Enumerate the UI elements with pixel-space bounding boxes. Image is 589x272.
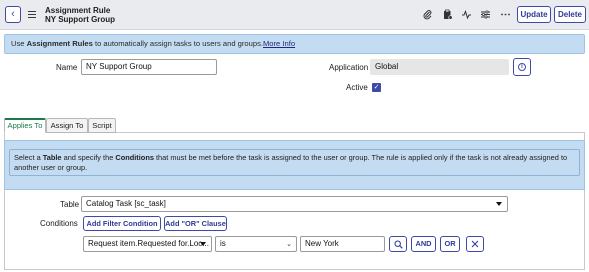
tab-assign-to[interactable]: Assign To: [46, 118, 88, 133]
add-filter-condition-button[interactable]: Add Filter Condition: [83, 216, 161, 231]
condition-field-select[interactable]: Request item.Requested for.Loc...: [83, 236, 212, 252]
table-label: Table: [60, 200, 80, 209]
name-field[interactable]: NY Support Group: [81, 59, 217, 75]
checkmark-icon: ✓: [373, 84, 380, 91]
form-header: ‹ Assignment Rule NY Support Group Updat…: [0, 0, 589, 30]
tab-script[interactable]: Script: [88, 118, 116, 133]
record-type-title: Assignment Rule: [45, 6, 111, 15]
activity-icon[interactable]: [461, 9, 472, 20]
active-label: Active: [346, 83, 368, 92]
more-icon[interactable]: [500, 9, 511, 20]
info-icon: i: [518, 63, 526, 71]
conditions-label: Conditions: [40, 219, 78, 228]
tab-info-message: Select a Table and specify the Condition…: [9, 149, 580, 176]
tab-applies-to[interactable]: Applies To: [4, 118, 46, 133]
close-icon: [471, 240, 479, 248]
info-banner: Use Assignment Rules to automatically as…: [4, 34, 585, 54]
paperclip-icon[interactable]: [422, 9, 433, 20]
condition-operator-select[interactable]: is ⌄: [215, 236, 297, 252]
clipboard-icon[interactable]: [442, 9, 453, 20]
chevron-down-icon: ⌄: [286, 241, 292, 248]
chevron-left-icon: ‹: [11, 8, 15, 20]
dropdown-arrow-icon: [200, 242, 206, 246]
search-icon: [394, 240, 403, 249]
back-button[interactable]: ‹: [5, 6, 21, 23]
remove-condition-button[interactable]: [466, 236, 484, 252]
or-button[interactable]: OR: [440, 236, 460, 252]
lookup-button[interactable]: [389, 236, 407, 252]
sliders-icon[interactable]: [480, 9, 491, 20]
application-field: Global: [370, 59, 509, 75]
and-button[interactable]: AND: [411, 236, 436, 252]
delete-button[interactable]: Delete: [554, 6, 586, 23]
add-or-clause-button[interactable]: Add "OR" Clause: [164, 216, 227, 231]
more-info-link[interactable]: More Info: [263, 39, 295, 48]
record-name-title: NY Support Group: [45, 15, 116, 24]
update-button[interactable]: Update: [517, 6, 551, 23]
name-label: Name: [56, 63, 78, 72]
dropdown-arrow-icon: [496, 202, 502, 206]
condition-value-input[interactable]: New York: [300, 236, 385, 252]
hamburger-icon[interactable]: [28, 11, 36, 18]
application-label: Application: [329, 63, 369, 72]
active-checkbox[interactable]: ✓: [372, 83, 381, 92]
application-info-button[interactable]: i: [513, 58, 531, 76]
table-select[interactable]: Catalog Task [sc_task]: [81, 196, 508, 212]
